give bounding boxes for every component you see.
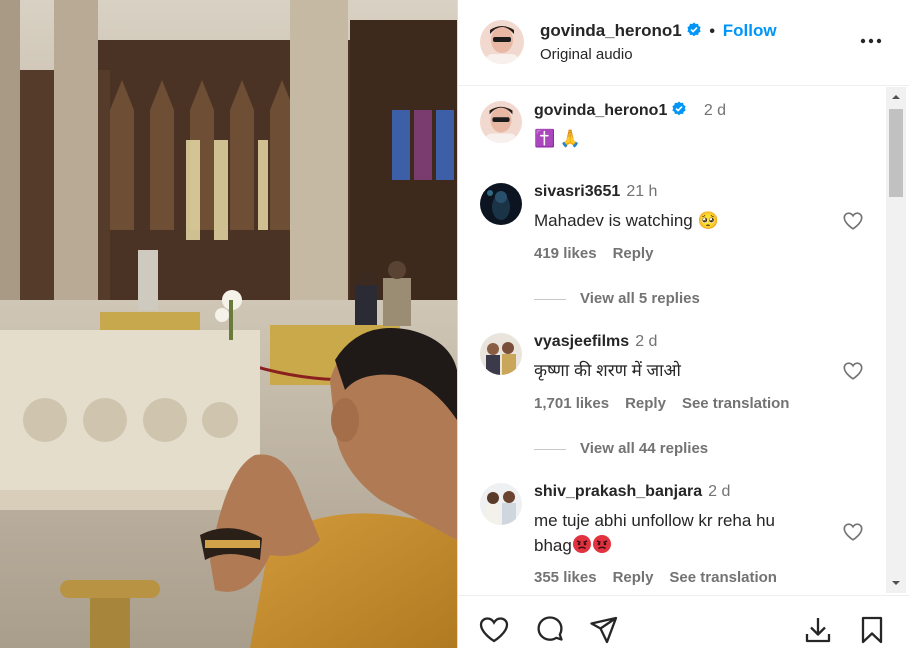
download-icon[interactable] (802, 614, 834, 646)
separator-dot: • (709, 23, 716, 40)
comment-text-word: bhag (534, 536, 572, 555)
caption-author: govinda_herono1 2 d (534, 101, 726, 120)
reply-button[interactable]: Reply (625, 395, 666, 412)
heart-icon[interactable] (842, 360, 864, 382)
commenter-avatar[interactable] (480, 183, 522, 225)
replies-divider (534, 298, 566, 300)
post-actions-bar (458, 595, 909, 648)
comment-time[interactable]: 2 d (708, 483, 730, 500)
post-details-panel: govinda_herono1 • Follow Original audio (457, 0, 909, 648)
see-translation-button[interactable]: See translation (669, 569, 777, 586)
verified-badge-icon (672, 101, 686, 116)
comment-meta: 1,701 likes Reply See translation (534, 395, 805, 412)
heart-icon[interactable] (478, 614, 510, 646)
comment-text: me tuje abhi unfollow kr reha hu bhag (534, 508, 834, 558)
comment-icon[interactable] (534, 614, 566, 646)
likes-count[interactable]: 1,701 likes (534, 395, 609, 412)
comment-username[interactable]: vyasjeefilms (534, 333, 629, 350)
heart-icon[interactable] (842, 521, 864, 543)
caption-text: ✝️ 🙏 (534, 129, 582, 148)
heart-icon[interactable] (842, 210, 864, 232)
comment-username[interactable]: shiv_prakash_banjara (534, 483, 702, 500)
commenter-avatar[interactable] (480, 333, 522, 375)
likes-count[interactable]: 419 likes (534, 245, 597, 262)
comment-author: sivasri3651 21 h (534, 183, 657, 201)
view-replies-button[interactable]: View all 44 replies (534, 440, 708, 457)
more-options-icon[interactable] (860, 30, 882, 52)
commenter-avatar[interactable] (480, 483, 522, 525)
caption-time[interactable]: 2 d (704, 102, 726, 119)
scroll-up-arrow-icon[interactable] (890, 91, 902, 103)
view-replies-label[interactable]: View all 5 replies (580, 290, 700, 307)
author-row: govinda_herono1 • Follow (540, 21, 777, 41)
caption-avatar[interactable] (480, 101, 522, 143)
share-icon[interactable] (588, 614, 620, 646)
replies-divider (534, 448, 566, 450)
comments-list[interactable]: govinda_herono1 2 d ✝️ 🙏 sivasri3651 21 h… (458, 87, 890, 594)
comment-meta: 355 likes Reply See translation (534, 569, 793, 586)
cathedral-scene-image (0, 0, 457, 648)
comment-text-line: me tuje abhi unfollow kr reha hu (534, 511, 775, 530)
scrollbar-thumb[interactable] (889, 109, 903, 197)
comment-meta: 419 likes Reply (534, 245, 669, 262)
bookmark-icon[interactable] (856, 614, 888, 646)
author-username[interactable]: govinda_herono1 (540, 21, 682, 40)
reply-button[interactable]: Reply (613, 569, 654, 586)
likes-count[interactable]: 355 likes (534, 569, 597, 586)
verified-badge-icon (687, 22, 701, 37)
post-header: govinda_herono1 • Follow Original audio (458, 0, 909, 86)
comment-time[interactable]: 2 d (635, 333, 657, 350)
scroll-down-arrow-icon[interactable] (890, 577, 902, 589)
audio-label[interactable]: Original audio (540, 46, 633, 63)
comment-time[interactable]: 21 h (626, 183, 657, 200)
see-translation-button[interactable]: See translation (682, 395, 790, 412)
comment-text: Mahadev is watching 🥺 (534, 211, 719, 230)
comment-text: कृष्णा की शरण में जाओ (534, 361, 681, 380)
angry-face-emoji-icon (592, 535, 611, 553)
comment-author: vyasjeefilms 2 d (534, 333, 657, 351)
reply-button[interactable]: Reply (613, 245, 654, 262)
follow-button[interactable]: Follow (723, 21, 777, 40)
caption-username[interactable]: govinda_herono1 (534, 102, 667, 119)
comments-scrollbar[interactable] (886, 87, 906, 593)
angry-face-emoji-icon (572, 535, 591, 553)
comment-text-line-2: bhag (534, 533, 834, 558)
view-replies-button[interactable]: View all 5 replies (534, 290, 700, 307)
comment-username[interactable]: sivasri3651 (534, 183, 620, 200)
view-replies-label[interactable]: View all 44 replies (580, 440, 708, 457)
author-avatar[interactable] (480, 20, 524, 64)
comment-author: shiv_prakash_banjara 2 d (534, 483, 730, 501)
post-video[interactable] (0, 0, 457, 648)
